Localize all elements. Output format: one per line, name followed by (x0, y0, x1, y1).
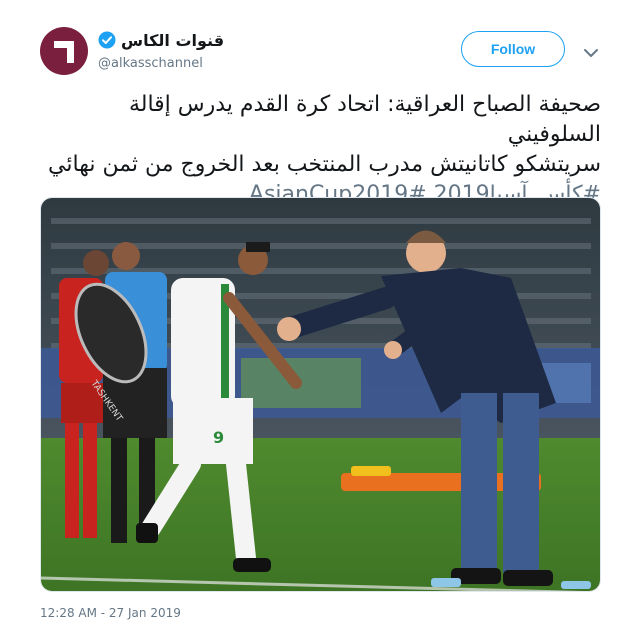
svg-text:9: 9 (213, 428, 224, 447)
tweet-text: صحيفة الصباح العراقية: اتحاد كرة القدم ي… (40, 90, 601, 210)
tweet-text-line-2: سريتشكو كاتانيتش مدرب المنتخب بعد الخروج… (48, 152, 601, 177)
author-display-name[interactable]: قنوات الكاس (121, 31, 224, 50)
follow-button[interactable]: Follow (461, 31, 565, 67)
tweet-text-line-1: صحيفة الصباح العراقية: اتحاد كرة القدم ي… (128, 92, 601, 147)
author-name-row: قنوات الكاس (98, 28, 224, 52)
verified-badge-icon (98, 31, 116, 49)
author-handle[interactable]: @alkasschannel (98, 56, 203, 71)
tweet-timestamp[interactable]: 12:28 AM - 27 Jan 2019 (40, 606, 181, 620)
alkass-logo-icon (54, 41, 74, 63)
avatar[interactable] (40, 27, 88, 75)
football-sideline-photo: TASHKENT 9 (41, 198, 600, 591)
chevron-down-icon[interactable] (583, 44, 599, 57)
tweet-photo[interactable]: TASHKENT 9 (40, 197, 601, 592)
